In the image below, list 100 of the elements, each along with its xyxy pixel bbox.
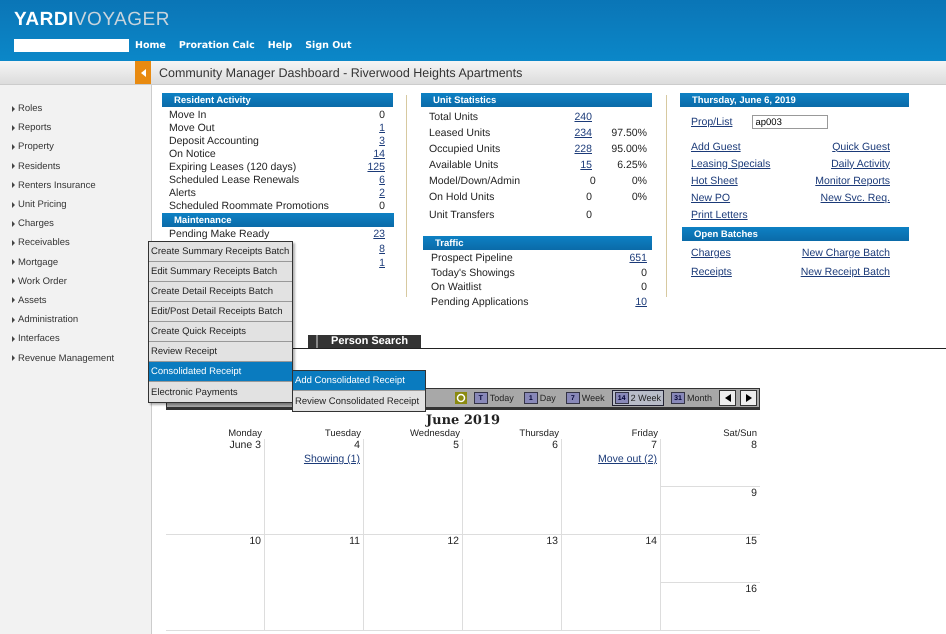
count-value: 0: [378, 108, 385, 120]
previous-button[interactable]: [719, 390, 736, 406]
row-label: Scheduled Roommate Promotions: [169, 200, 330, 212]
collapse-button[interactable]: [135, 61, 151, 84]
sidebar-item[interactable]: Interfaces: [0, 329, 151, 348]
count-value: 0: [588, 175, 596, 187]
panel-header: Maintenance: [162, 213, 394, 227]
count-link[interactable]: 2: [345, 186, 385, 198]
count-link[interactable]: 6: [345, 174, 385, 186]
sidebar-item[interactable]: Mortgage: [0, 252, 151, 272]
prop-list-link[interactable]: Prop/List: [691, 116, 732, 128]
quick-link[interactable]: Print Letters: [691, 208, 748, 220]
count-link[interactable]: 10: [607, 296, 647, 308]
menu-item[interactable]: Add Consolidated Receipt: [293, 371, 425, 391]
date-number: 15: [745, 535, 757, 549]
day-name: Sat/Sun: [722, 428, 758, 439]
left-arrow-icon: [724, 394, 730, 402]
menu-item[interactable]: Review Receipt: [149, 342, 292, 362]
nav-link[interactable]: Help: [268, 40, 292, 51]
property-field[interactable]: ap003: [752, 115, 828, 129]
percent-value: 97.50%: [610, 127, 647, 139]
menu-item[interactable]: Review Consolidated Receipt: [293, 391, 425, 411]
date-number: 6: [552, 439, 558, 451]
menu-item[interactable]: Consolidated Receipt: [149, 362, 292, 382]
date-number: 7: [651, 439, 657, 451]
row-label: Occupied Units: [429, 143, 502, 155]
quick-link[interactable]: New Receipt Batch: [800, 266, 890, 278]
triangle-icon: [12, 316, 15, 323]
sidebar-item[interactable]: Work Order: [0, 272, 151, 291]
count-link[interactable]: 651: [607, 252, 647, 264]
quick-link[interactable]: Monitor Reports: [815, 174, 890, 186]
menu-item[interactable]: Create Detail Receipts Batch: [149, 282, 292, 302]
date-number: 4: [354, 439, 360, 451]
triangle-icon: [12, 182, 15, 188]
count-link[interactable]: 15: [511, 159, 592, 171]
quick-link[interactable]: Leasing Specials: [691, 158, 770, 170]
sidebar-item[interactable]: Property: [0, 137, 151, 157]
clock-icon[interactable]: [454, 392, 467, 404]
row-label: Today's Showings: [431, 266, 516, 279]
nav-link[interactable]: Home: [135, 40, 166, 51]
search-field[interactable]: [14, 39, 129, 52]
row-label: Scheduled Lease Renewals: [169, 174, 300, 186]
count-link[interactable]: 14: [345, 148, 385, 160]
sidebar-item[interactable]: Unit Pricing: [0, 194, 151, 214]
row-label: Deposit Accounting: [169, 134, 260, 146]
page-title: Community Manager Dashboard - Riverwood Heights Apartments: [159, 66, 522, 80]
triangle-icon: [12, 355, 15, 362]
sidebar-item[interactable]: Renters Insurance: [0, 176, 151, 195]
event-link[interactable]: Move out (2): [598, 453, 657, 465]
event-link[interactable]: Showing (1): [304, 453, 360, 465]
quick-link[interactable]: Add Guest: [691, 140, 741, 152]
count-link[interactable]: 8: [345, 242, 385, 255]
row-label: Leased Units: [429, 127, 492, 139]
date-number: 14: [645, 535, 657, 547]
quick-link[interactable]: New Svc. Req.: [820, 192, 890, 204]
count-link[interactable]: 125: [345, 160, 385, 172]
row-label: Move In: [169, 108, 208, 120]
count-link[interactable]: 234: [511, 127, 592, 139]
quick-link[interactable]: Hot Sheet: [691, 174, 738, 186]
sidebar-item[interactable]: Charges: [0, 214, 151, 234]
count-link[interactable]: 1: [345, 257, 385, 270]
percent-value: 6.25%: [616, 159, 647, 171]
quick-link[interactable]: Quick Guest: [832, 140, 890, 152]
menu-item[interactable]: Electronic Payments: [149, 382, 292, 402]
tab[interactable]: Person Search: [318, 335, 422, 348]
sidebar-item[interactable]: Roles: [0, 99, 151, 118]
count-link[interactable]: 23: [345, 228, 385, 240]
nav-link[interactable]: Sign Out: [305, 40, 352, 51]
day-name: Thursday: [518, 428, 560, 439]
sidebar-item[interactable]: Reports: [0, 118, 151, 138]
triangle-icon: [12, 144, 15, 150]
menu-item[interactable]: Edit Summary Receipts Batch: [149, 262, 292, 282]
panel-header: Thursday, June 6, 2019: [680, 93, 909, 107]
row-label: Available Units: [429, 159, 500, 171]
triangle-icon: [12, 202, 15, 208]
sidebar-item[interactable]: Revenue Management: [0, 348, 151, 368]
count-value: 0: [640, 281, 647, 294]
quick-link[interactable]: New PO: [691, 192, 730, 204]
count-link[interactable]: 240: [511, 111, 592, 123]
day-name: Monday: [227, 428, 263, 439]
tab-edge[interactable]: [308, 335, 318, 348]
menu-item[interactable]: Create Summary Receipts Batch: [149, 242, 292, 262]
sidebar-item[interactable]: Residents: [0, 156, 151, 176]
quick-link[interactable]: Receipts: [691, 266, 732, 278]
row-label: Prospect Pipeline: [431, 252, 514, 264]
sidebar-item[interactable]: Administration: [0, 310, 151, 330]
sidebar-item[interactable]: Assets: [0, 290, 151, 310]
quick-link[interactable]: Charges: [691, 246, 731, 258]
next-button[interactable]: [740, 390, 757, 406]
nav-link[interactable]: Proration Calc: [178, 40, 255, 51]
count-link[interactable]: 1: [345, 122, 385, 134]
menu-item[interactable]: Create Quick Receipts: [149, 322, 292, 342]
sidebar-item[interactable]: Receivables: [0, 233, 151, 252]
quick-link[interactable]: New Charge Batch: [802, 246, 890, 258]
menu-item[interactable]: Edit/Post Detail Receipts Batch: [149, 302, 292, 322]
count-value: 0: [585, 209, 592, 221]
count-link[interactable]: 228: [511, 143, 592, 155]
quick-link[interactable]: Daily Activity: [831, 158, 890, 170]
count-link[interactable]: 3: [345, 134, 385, 146]
logo: VOYAGER: [74, 9, 170, 31]
